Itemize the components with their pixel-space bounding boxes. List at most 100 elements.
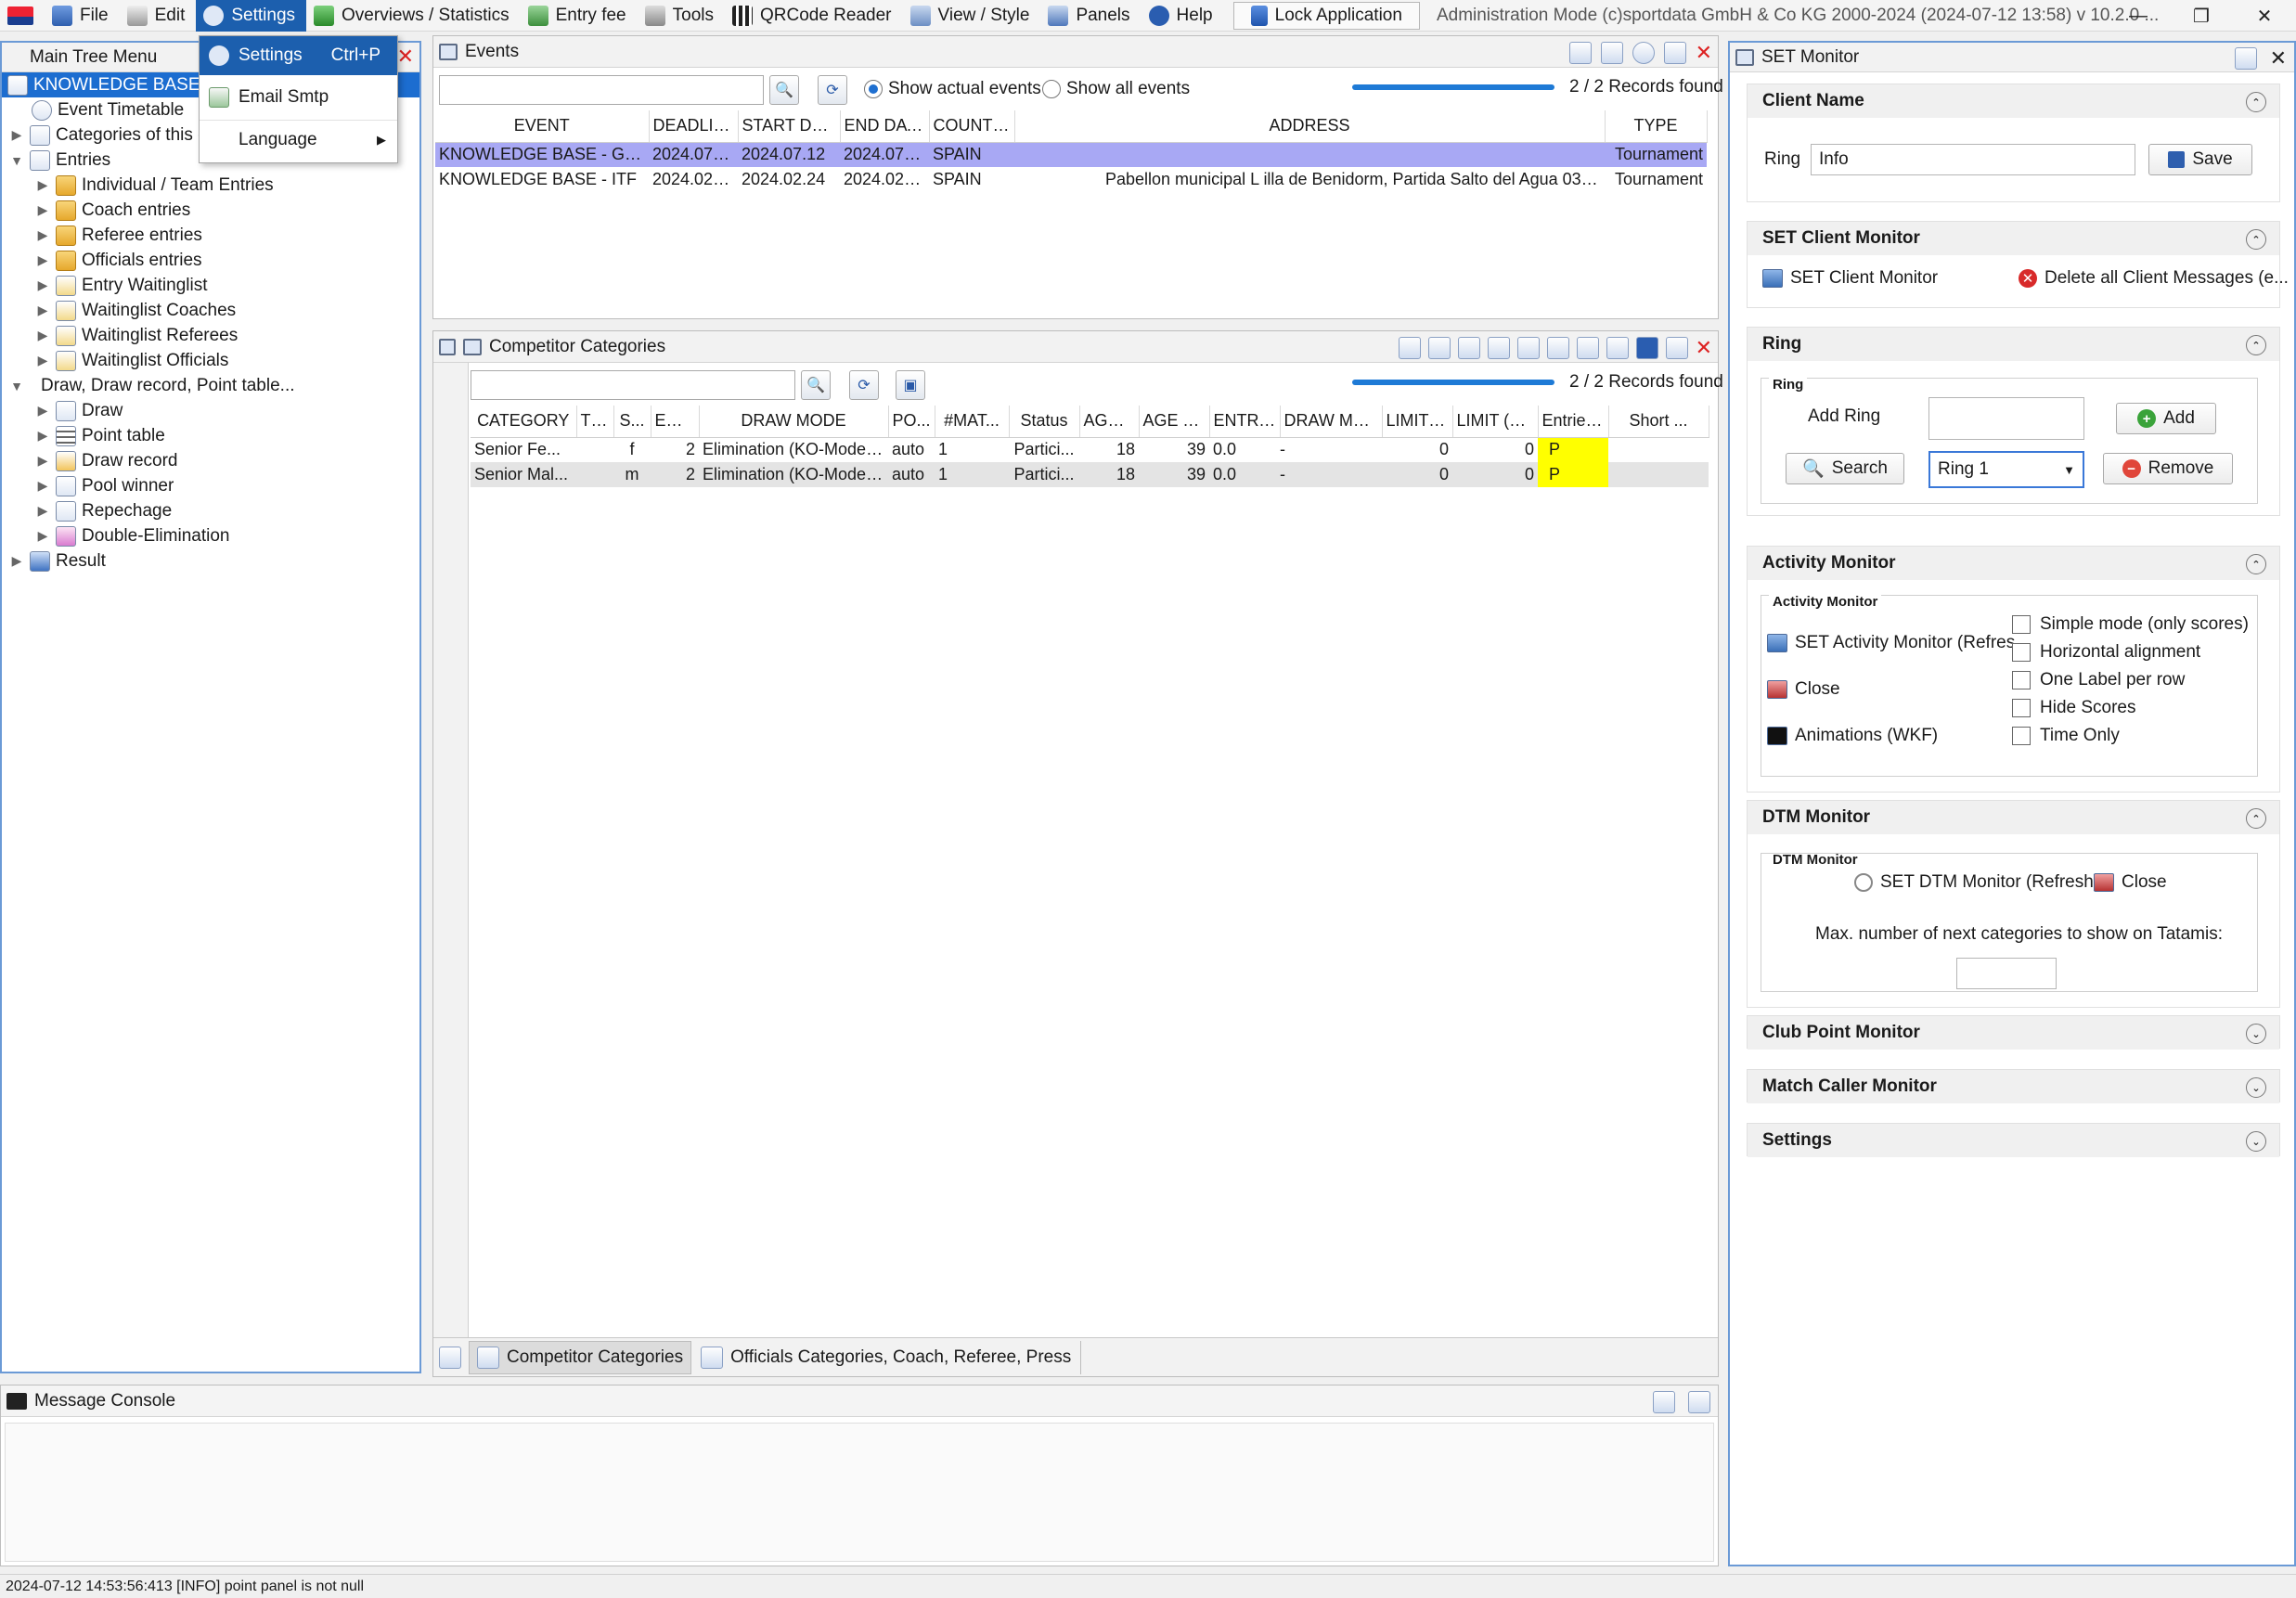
save-button[interactable]: Save	[2148, 144, 2252, 175]
expand-arrow-icon[interactable]: ▶	[33, 503, 52, 519]
menu-overviews[interactable]: Overviews / Statistics	[306, 0, 521, 32]
radio-show-all[interactable]: Show all events	[1042, 79, 1190, 99]
export-icon[interactable]	[1600, 42, 1623, 64]
collapse-arrow-icon[interactable]: ▼	[7, 379, 26, 393]
search-icon[interactable]: 🔍	[769, 75, 799, 105]
menu-settings[interactable]: Settings	[196, 0, 307, 32]
menu-item-email-smtp[interactable]: Email Smtp	[200, 75, 397, 120]
col-pool[interactable]: PO...	[888, 406, 935, 438]
checkbox-horizontal-alignment[interactable]: Horizontal alignment	[2012, 642, 2200, 663]
add-ring-input[interactable]	[1928, 397, 2084, 440]
menu-edit[interactable]: Edit	[120, 0, 197, 32]
section-header-club-point-monitor[interactable]: Club Point Monitor ⌄	[1748, 1016, 2279, 1050]
tree-item-coach-entries[interactable]: ▶ Coach entries	[2, 198, 419, 223]
menu-item-settings[interactable]: Settings Ctrl+P	[200, 36, 397, 75]
col-start-date[interactable]: START DATE	[738, 110, 841, 143]
menu-view-style[interactable]: View / Style	[903, 0, 1041, 32]
tree-item-draw[interactable]: ▶ Draw	[2, 398, 419, 423]
collapse-arrow-icon[interactable]: ▼	[7, 153, 26, 168]
table-row[interactable]: Senior Mal... m 2 Elimination (KO-Mode).…	[471, 462, 1709, 487]
collapse-chevron-icon[interactable]: ⌃	[2246, 808, 2266, 829]
ring-name-input[interactable]: Info	[1811, 144, 2135, 175]
max-categories-input[interactable]	[1956, 958, 2057, 989]
refresh-icon[interactable]: ⟳	[849, 370, 879, 400]
col-category[interactable]: CATEGORY	[471, 406, 577, 438]
col-team[interactable]: TE...	[576, 406, 614, 438]
menu-item-language[interactable]: Language ▶	[200, 120, 397, 159]
animations-wkf-button[interactable]: Animations (WKF)	[1767, 726, 1938, 746]
expand-arrow-icon[interactable]: ▶	[33, 353, 52, 368]
close-icon[interactable]: ✕	[2270, 46, 2287, 71]
section-header-ring[interactable]: Ring ⌃	[1748, 328, 2279, 361]
section-header-client-monitor[interactable]: SET Client Monitor ⌃	[1748, 222, 2279, 255]
copy-icon[interactable]	[439, 338, 456, 355]
checkbox-simple-mode[interactable]: Simple mode (only scores)	[2012, 614, 2249, 635]
checkbox-one-label-per-row[interactable]: One Label per row	[2012, 670, 2185, 690]
events-search-input[interactable]	[439, 75, 764, 105]
table-row[interactable]: KNOWLEDGE BASE - ITF 2024.02.20 2024.02.…	[435, 167, 1707, 192]
remove-ring-button[interactable]: − Remove	[2103, 453, 2233, 484]
minimize-icon[interactable]: —	[2107, 0, 2170, 32]
set-dtm-monitor-button[interactable]: SET DTM Monitor (Refresh)	[1854, 872, 2099, 893]
panel-toggle-icon[interactable]	[439, 1346, 461, 1369]
expand-arrow-icon[interactable]: ▶	[33, 528, 52, 544]
trash-icon[interactable]	[1653, 1391, 1675, 1413]
set-client-monitor-button[interactable]: SET Client Monitor	[1762, 268, 1938, 289]
lock-application-button[interactable]: Lock Application	[1232, 1, 1420, 30]
collapse-chevron-icon[interactable]: ⌃	[2246, 229, 2266, 250]
expand-arrow-icon[interactable]: ▶	[33, 277, 52, 293]
tree-item-waitinglist-coaches[interactable]: ▶ Waitinglist Coaches	[2, 298, 419, 323]
col-entries-flag[interactable]: Entries...	[1538, 406, 1609, 438]
expand-arrow-icon[interactable]: ▶	[7, 127, 26, 143]
checkbox-time-only[interactable]: Time Only	[2012, 726, 2120, 746]
search-ring-button[interactable]: 🔍 Search	[1786, 453, 1904, 484]
tree-item-waitinglist-officials[interactable]: ▶ Waitinglist Officials	[2, 348, 419, 373]
table-icon[interactable]	[1457, 337, 1480, 359]
set-activity-monitor-button[interactable]: SET Activity Monitor (Refres...	[1767, 633, 2030, 653]
col-draw-mode[interactable]: DRAW MODE	[699, 406, 889, 438]
expand-arrow-icon[interactable]: ▶	[33, 428, 52, 444]
close-icon[interactable]: ✕	[1696, 41, 1712, 65]
add-ring-button[interactable]: + Add	[2116, 403, 2216, 434]
maximize-panel-icon[interactable]	[1663, 42, 1686, 64]
categories-search-input[interactable]	[471, 370, 795, 400]
col-short[interactable]: Short ...	[1608, 406, 1709, 438]
col-status[interactable]: Status	[1009, 406, 1080, 438]
list-icon[interactable]	[1487, 337, 1510, 359]
menu-help[interactable]: Help	[1142, 0, 1224, 32]
close-dtm-monitor-button[interactable]: Close	[2094, 872, 2167, 893]
maximize-panel-icon[interactable]	[1665, 337, 1688, 359]
tree-item-individual-team-entries[interactable]: ▶ Individual / Team Entries	[2, 173, 419, 198]
col-entries-count[interactable]: ENT...	[651, 406, 700, 438]
menu-qrcode[interactable]: QRCode Reader	[725, 0, 903, 32]
menu-file[interactable]: File	[45, 0, 120, 32]
expand-arrow-icon[interactable]: ▶	[33, 303, 52, 318]
collapse-chevron-icon[interactable]: ⌃	[2246, 335, 2266, 355]
columns-icon[interactable]	[1546, 337, 1569, 359]
col-sex[interactable]: S...	[613, 406, 651, 438]
tree-item-result[interactable]: ▶ Result	[2, 548, 419, 573]
col-age-from[interactable]: AGE F...	[1079, 406, 1140, 438]
search-icon[interactable]: 🔍	[801, 370, 831, 400]
expand-arrow-icon[interactable]: ▶	[33, 227, 52, 243]
tree-item-draw-record[interactable]: ▶ Draw record	[2, 448, 419, 473]
close-activity-monitor-button[interactable]: Close	[1767, 679, 1840, 700]
menu-panels[interactable]: Panels	[1040, 0, 1141, 32]
refresh-icon[interactable]: ⟳	[818, 75, 847, 105]
delete-client-messages-button[interactable]: ✕ Delete all Client Messages (e...	[2019, 268, 2289, 289]
expand-chevron-icon[interactable]: ⌄	[2246, 1024, 2266, 1044]
col-draw-mode-2[interactable]: DRAW MO...	[1280, 406, 1383, 438]
print-icon[interactable]	[1398, 337, 1421, 359]
ring-select[interactable]: Ring 1 ▼	[1928, 451, 2084, 488]
col-entry-fee[interactable]: ENTRY ...	[1209, 406, 1281, 438]
collapse-chevron-icon[interactable]: ⌃	[2246, 554, 2266, 574]
section-header-activity-monitor[interactable]: Activity Monitor ⌃	[1748, 547, 2279, 580]
tree-item-repechage[interactable]: ▶ Repechage	[2, 498, 419, 523]
tab-officials-categories[interactable]: Officials Categories, Coach, Referee, Pr…	[691, 1340, 1082, 1374]
expand-chevron-icon[interactable]: ⌄	[2246, 1131, 2266, 1152]
col-limit-1[interactable]: LIMIT (...	[1382, 406, 1453, 438]
col-end-date[interactable]: END DATE	[840, 110, 930, 143]
section-header-match-caller-monitor[interactable]: Match Caller Monitor ⌄	[1748, 1070, 2279, 1103]
expand-arrow-icon[interactable]: ▶	[33, 478, 52, 494]
tab-competitor-categories[interactable]: Competitor Categories	[469, 1340, 692, 1374]
